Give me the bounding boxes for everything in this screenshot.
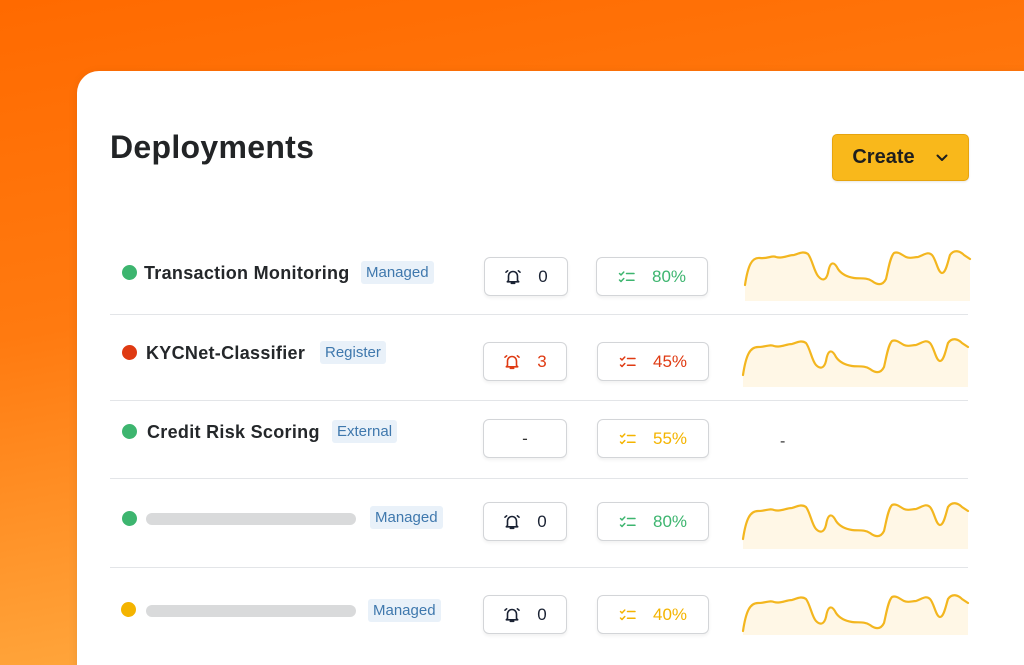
row-divider <box>110 478 968 479</box>
bell-icon <box>504 607 521 622</box>
bell-icon <box>504 354 521 369</box>
deployment-name[interactable]: Credit Risk Scoring <box>147 422 320 443</box>
score-value: 80% <box>651 266 687 286</box>
status-dot <box>122 511 137 526</box>
status-dot <box>122 424 137 439</box>
name-placeholder-bar <box>146 513 356 525</box>
score-value: 55% <box>652 428 688 448</box>
bell-icon <box>504 514 521 529</box>
alerts-pill[interactable]: 3 <box>483 342 567 381</box>
deployment-type-tag: Managed <box>368 599 441 622</box>
score-pill[interactable]: 55% <box>597 419 709 458</box>
status-dot <box>121 602 136 617</box>
row-divider <box>110 314 968 315</box>
status-dot <box>122 265 137 280</box>
score-pill[interactable]: 45% <box>597 342 709 381</box>
alerts-count: 0 <box>537 511 547 531</box>
sparkline <box>741 338 970 387</box>
score-value: 80% <box>652 511 688 531</box>
alerts-pill[interactable]: - <box>483 419 567 458</box>
score-pill[interactable]: 80% <box>597 502 709 541</box>
row-divider <box>110 400 968 401</box>
checklist-icon <box>619 515 636 527</box>
alerts-count: - <box>522 428 528 448</box>
alerts-pill[interactable]: 0 <box>484 257 568 296</box>
chevron-down-icon <box>936 154 948 161</box>
deployments-panel: Deployments Create Transaction Monitorin… <box>77 71 1024 665</box>
alerts-count: 3 <box>537 351 547 371</box>
deployment-name[interactable]: Transaction Monitoring <box>144 263 350 284</box>
sparkline <box>741 594 970 635</box>
score-pill[interactable]: 40% <box>597 595 709 634</box>
sparkline <box>741 502 970 549</box>
create-button-label: Create <box>852 146 915 168</box>
status-dot <box>122 345 137 360</box>
score-pill[interactable]: 80% <box>596 257 708 296</box>
sparkline <box>743 250 972 301</box>
deployment-name[interactable]: KYCNet-Classifier <box>146 343 305 364</box>
row-divider <box>110 567 968 568</box>
alerts-pill[interactable]: 0 <box>483 502 567 541</box>
checklist-icon <box>619 432 636 444</box>
alerts-count: 0 <box>537 604 547 624</box>
sparkline-placeholder: - <box>780 433 786 450</box>
alerts-pill[interactable]: 0 <box>483 595 567 634</box>
checklist-icon <box>619 608 636 620</box>
checklist-icon <box>618 270 635 282</box>
score-value: 40% <box>652 604 688 624</box>
bell-icon <box>505 269 522 284</box>
alerts-count: 0 <box>538 266 548 286</box>
deployment-type-tag: Register <box>320 341 386 364</box>
page-title: Deployments <box>110 129 315 165</box>
deployment-type-tag: Managed <box>361 261 434 284</box>
score-value: 45% <box>652 351 688 371</box>
deployment-type-tag: Managed <box>370 506 443 529</box>
deployment-type-tag: External <box>332 420 398 443</box>
name-placeholder-bar <box>146 605 356 617</box>
checklist-icon <box>619 355 636 367</box>
create-button[interactable]: Create <box>832 134 969 181</box>
